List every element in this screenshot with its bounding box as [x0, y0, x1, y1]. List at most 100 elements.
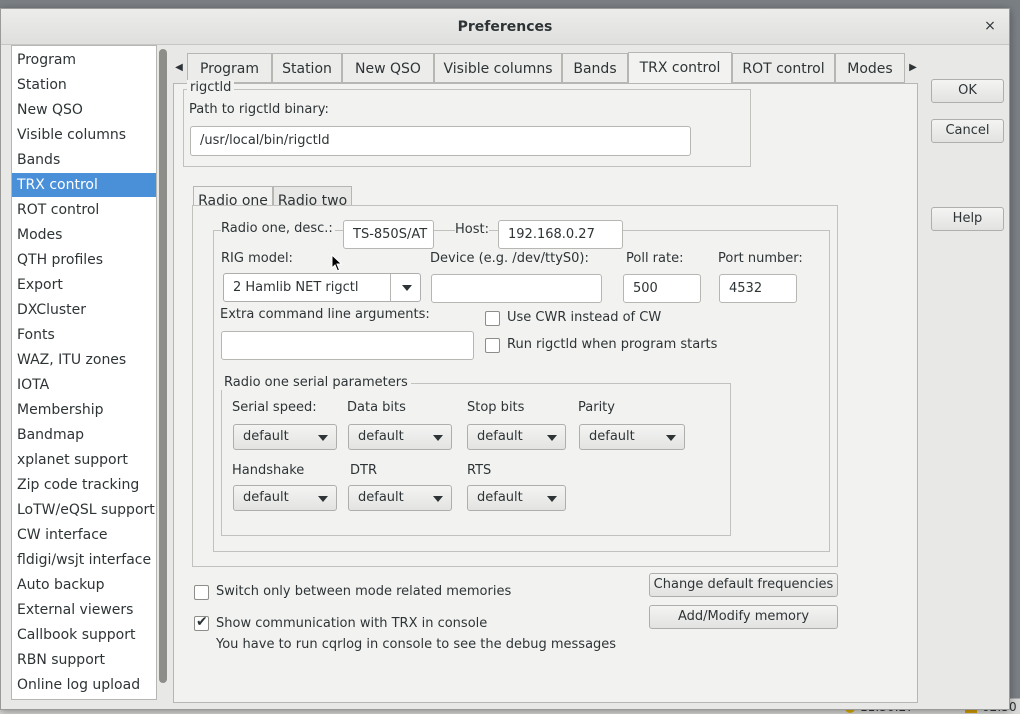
sidebar-item-bands[interactable]: Bands [12, 148, 156, 172]
tab-program[interactable]: Program [187, 53, 272, 83]
device-label: Device (e.g. /dev/ttyS0): [430, 251, 589, 266]
chevron-down-icon [318, 435, 328, 441]
sidebar-item-zip-code[interactable]: Zip code tracking [12, 473, 156, 497]
stop-bits-select[interactable]: default [467, 424, 566, 450]
sidebar-item-export[interactable]: Export [12, 273, 156, 297]
sidebar-scrollbar[interactable] [159, 49, 167, 683]
sidebar-item-fonts[interactable]: Fonts [12, 323, 156, 347]
sidebar-item-iota[interactable]: IOTA [12, 373, 156, 397]
serial-speed-value: default [243, 429, 289, 444]
help-button[interactable]: Help [931, 207, 1004, 231]
chevron-down-icon [318, 496, 328, 502]
dtr-select[interactable]: default [348, 485, 452, 511]
run-rigctld-label[interactable]: Run rigctld when program starts [507, 337, 717, 352]
use-cwr-label[interactable]: Use CWR instead of CW [507, 310, 661, 325]
sidebar-item-cw-interface[interactable]: CW interface [12, 523, 156, 547]
title-bar: Preferences × [1, 9, 1009, 45]
handshake-select[interactable]: default [233, 485, 337, 511]
device-input[interactable] [431, 274, 602, 303]
dtr-label: DTR [350, 463, 377, 478]
show-communication-checkbox[interactable] [194, 614, 209, 631]
handshake-value: default [243, 490, 289, 505]
sidebar-item-membership[interactable]: Membership [12, 398, 156, 422]
rigctld-path-label: Path to rigctld binary: [189, 102, 329, 117]
sidebar-list: Program Station New QSO Visible columns … [11, 45, 157, 700]
extra-args-label: Extra command line arguments: [220, 307, 430, 322]
serial-speed-select[interactable]: default [233, 424, 337, 450]
sidebar-item-modes[interactable]: Modes [12, 223, 156, 247]
data-bits-select[interactable]: default [348, 424, 452, 450]
sidebar-item-bandmap[interactable]: Bandmap [12, 423, 156, 447]
poll-rate-input[interactable]: 500 [623, 274, 701, 303]
host-input[interactable]: 192.168.0.27 [498, 220, 623, 249]
cancel-button[interactable]: Cancel [931, 119, 1004, 143]
handshake-label: Handshake [232, 463, 305, 478]
sidebar-item-auto-backup[interactable]: Auto backup [12, 573, 156, 597]
radio-desc-input[interactable]: TS-850S/AT [343, 220, 434, 249]
extra-args-input[interactable] [221, 331, 474, 360]
mouse-pointer-icon [331, 254, 343, 272]
rts-select[interactable]: default [467, 485, 566, 511]
sidebar-item-xplanet[interactable]: xplanet support [12, 448, 156, 472]
sidebar-item-trx-control[interactable]: TRX control [12, 173, 156, 197]
tab-scroll-right-icon[interactable]: ▶ [905, 53, 921, 83]
show-communication-label[interactable]: Show communication with TRX in console [216, 616, 487, 631]
chevron-down-icon [433, 435, 443, 441]
serial-params-title: Radio one serial parameters [221, 375, 411, 390]
port-number-label: Port number: [718, 251, 803, 266]
tab-trx-control[interactable]: TRX control [628, 52, 732, 84]
chevron-down-icon [433, 496, 443, 502]
sidebar-item-fldigi-wsjt[interactable]: fldigi/wsjt interface [12, 548, 156, 572]
preferences-window: Preferences × Program Station New QSO Vi… [0, 8, 1010, 710]
port-number-input[interactable]: 4532 [719, 274, 797, 303]
switch-memories-label[interactable]: Switch only between mode related memorie… [216, 584, 511, 599]
sidebar-item-program[interactable]: Program [12, 48, 156, 72]
poll-rate-label: Poll rate: [626, 251, 684, 266]
tab-scroll-left-icon[interactable]: ◀ [171, 53, 187, 83]
data-bits-value: default [358, 429, 404, 444]
add-modify-memory-button[interactable]: Add/Modify memory [649, 605, 838, 629]
rig-model-label: RIG model: [221, 251, 293, 266]
serial-speed-label: Serial speed: [232, 400, 317, 415]
run-rigctld-checkbox[interactable] [485, 338, 500, 353]
chevron-down-icon [547, 496, 557, 502]
parity-label: Parity [578, 400, 615, 415]
sidebar-item-rbn[interactable]: RBN support [12, 648, 156, 672]
data-bits-label: Data bits [347, 400, 406, 415]
close-icon[interactable]: × [981, 17, 999, 35]
rts-label: RTS [467, 463, 492, 478]
chevron-down-icon [402, 285, 412, 291]
ok-button[interactable]: OK [931, 79, 1004, 103]
switch-memories-checkbox[interactable] [194, 585, 209, 600]
sidebar-item-rot-control[interactable]: ROT control [12, 198, 156, 222]
sidebar-item-online-log[interactable]: Online log upload [12, 673, 156, 697]
tab-new-qso[interactable]: New QSO [342, 53, 434, 83]
rig-model-divider [390, 274, 391, 301]
tab-station[interactable]: Station [272, 53, 342, 83]
sidebar-item-qth-profiles[interactable]: QTH profiles [12, 248, 156, 272]
sidebar-item-waz-itu[interactable]: WAZ, ITU zones [12, 348, 156, 372]
chevron-down-icon [547, 435, 557, 441]
change-default-frequencies-button[interactable]: Change default frequencies [649, 573, 838, 597]
sidebar-item-visible-columns[interactable]: Visible columns [12, 123, 156, 147]
sidebar-item-station[interactable]: Station [12, 73, 156, 97]
use-cwr-checkbox[interactable] [485, 311, 500, 326]
tab-rot-control[interactable]: ROT control [732, 53, 835, 83]
tab-bands[interactable]: Bands [562, 53, 628, 83]
rigctld-path-input[interactable]: /usr/local/bin/rigctld [190, 126, 691, 156]
parity-select[interactable]: default [579, 424, 685, 450]
tab-modes[interactable]: Modes [835, 53, 905, 83]
sidebar-item-callbook[interactable]: Callbook support [12, 623, 156, 647]
radio-desc-label: Radio one, desc.: [221, 221, 335, 236]
host-label: Host: [455, 222, 489, 237]
rts-value: default [477, 490, 523, 505]
tab-visible-columns[interactable]: Visible columns [434, 53, 562, 83]
window-title: Preferences [457, 19, 553, 35]
sidebar-item-external-viewers[interactable]: External viewers [12, 598, 156, 622]
sidebar-item-dxcluster[interactable]: DXCluster [12, 298, 156, 322]
stop-bits-value: default [477, 429, 523, 444]
sidebar-item-new-qso[interactable]: New QSO [12, 98, 156, 122]
console-note: You have to run cqrlog in console to see… [216, 637, 617, 652]
rig-model-select[interactable]: 2 Hamlib NET rigctl [223, 273, 421, 302]
sidebar-item-lotw-eqsl[interactable]: LoTW/eQSL support [12, 498, 156, 522]
